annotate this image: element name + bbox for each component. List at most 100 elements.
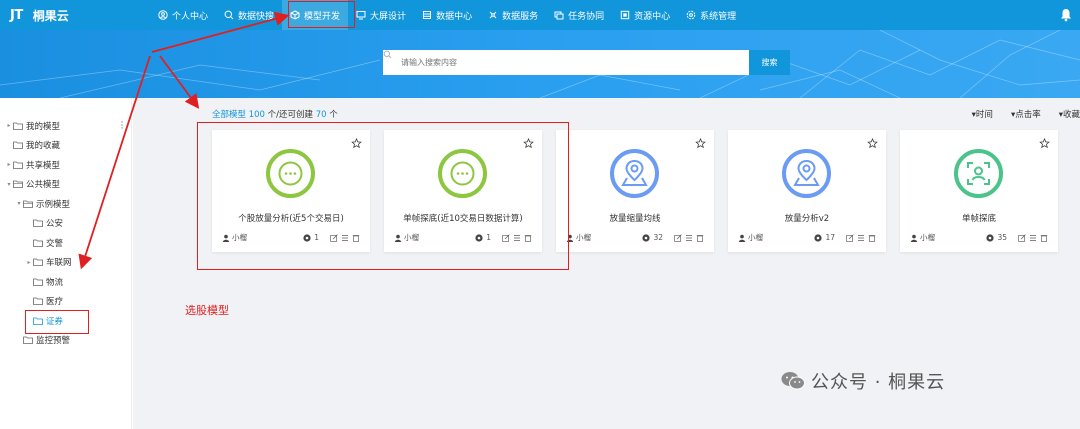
sort-options: ▾时间 ▾点击率 ▾收藏 xyxy=(954,108,1080,120)
model-card-footer: 小榴 35 xyxy=(910,232,1048,243)
bell-icon[interactable] xyxy=(1060,8,1072,22)
tree-item[interactable]: 医疗 xyxy=(0,292,131,312)
card-actions xyxy=(1015,233,1048,242)
expand-arrow-icon[interactable]: ▾ xyxy=(5,181,13,188)
search-bar: 搜索 xyxy=(383,50,790,75)
view-count-value: 17 xyxy=(825,233,835,242)
folder-icon xyxy=(13,141,23,150)
search-button[interactable]: 搜索 xyxy=(748,50,790,75)
nav-label: 数据服务 xyxy=(502,11,539,22)
model-card[interactable]: 放量分析v2 小榴 17 xyxy=(728,130,886,252)
top-nav-bar: JT 桐果云 个人中心 数据快搜 模型开发 大屏设计 数据中心 数据服务 任务协同 资源中心系… xyxy=(0,0,1080,30)
edit-icon[interactable] xyxy=(846,233,854,242)
model-title[interactable]: 放量缩量均线 xyxy=(556,212,714,224)
tree-item[interactable]: ▸ 车联网 xyxy=(0,253,131,273)
author-name: 小榴 xyxy=(920,233,935,242)
expand-arrow-icon[interactable]: ▸ xyxy=(5,122,13,129)
task-icon xyxy=(554,10,564,20)
tree-item-label: 车联网 xyxy=(46,258,72,269)
model-title[interactable]: 放量分析v2 xyxy=(728,212,886,224)
delete-icon[interactable] xyxy=(868,234,876,242)
app-name: 桐果云 xyxy=(32,8,69,23)
highlight-nav-model-dev xyxy=(288,1,355,28)
view-count: 32 xyxy=(642,233,663,242)
remaining-count: 70 xyxy=(315,110,327,120)
author: 小榴 xyxy=(910,232,986,243)
service-icon xyxy=(488,10,498,20)
nav-task[interactable]: 任务协同 xyxy=(546,0,612,30)
favorite-star-icon[interactable] xyxy=(1039,138,1050,149)
author: 小榴 xyxy=(566,232,642,243)
tree-item-label: 示例模型 xyxy=(36,199,71,210)
nav-search[interactable]: 数据快搜 xyxy=(216,0,282,30)
nav-database[interactable]: 数据中心 xyxy=(414,0,480,30)
gear-icon xyxy=(686,10,696,20)
expand-arrow-icon[interactable]: ▸ xyxy=(25,259,33,266)
folder-icon xyxy=(33,278,43,286)
tree-item[interactable]: ▸ 我的模型 xyxy=(0,116,131,136)
list-icon[interactable] xyxy=(685,234,693,242)
model-title[interactable]: 单帧探底 xyxy=(900,212,1058,224)
model-card[interactable]: 单帧探底小榴 35 xyxy=(900,130,1058,252)
nav-service[interactable]: 数据服务 xyxy=(480,0,546,30)
app-logo[interactable]: JT 桐果云 xyxy=(0,7,150,24)
splitter-grip-icon[interactable] xyxy=(121,121,123,129)
database-icon xyxy=(422,10,432,20)
nav-resource[interactable]: 资源中心 xyxy=(612,0,678,30)
favorite-star-icon[interactable] xyxy=(867,138,878,149)
location-pin-icon xyxy=(608,147,661,200)
delete-icon[interactable] xyxy=(1040,234,1048,242)
wechat-watermark: 公众号 · 桐果云 xyxy=(781,368,945,394)
folder-icon xyxy=(33,239,43,247)
nav-label: 数据快搜 xyxy=(238,11,275,22)
nav-label: 任务协同 xyxy=(568,11,605,22)
tree-item-label: 我的收藏 xyxy=(26,141,61,152)
view-count-value: 32 xyxy=(653,233,663,242)
view-count-value: 35 xyxy=(997,233,1007,242)
edit-icon[interactable] xyxy=(1018,233,1026,242)
nav-gear[interactable]: 系统管理 xyxy=(678,0,744,30)
tree-item[interactable]: ▾ 公共模型 xyxy=(0,175,131,195)
summary-mid-text: 个/还可创建 xyxy=(267,110,314,120)
tree-item[interactable]: 物流 xyxy=(0,272,131,292)
tree-item[interactable]: 交警 xyxy=(0,233,131,253)
nav-user[interactable]: 个人中心 xyxy=(150,0,216,30)
nav-label: 系统管理 xyxy=(700,11,737,22)
user-icon xyxy=(910,234,918,242)
tree-item-label: 监控预警 xyxy=(36,336,71,347)
tree-item[interactable]: 公安 xyxy=(0,214,131,234)
watermark-text: 公众号 · 桐果云 xyxy=(811,372,946,393)
author-name: 小榴 xyxy=(748,233,763,242)
expand-arrow-icon[interactable]: ▾ xyxy=(15,200,23,207)
model-card[interactable]: 放量缩量均线小榴 32 xyxy=(556,130,714,252)
nav-label: 数据中心 xyxy=(436,11,473,22)
user-icon xyxy=(158,10,168,20)
list-icon[interactable] xyxy=(1029,234,1037,242)
expand-arrow-icon[interactable]: ▸ xyxy=(5,161,13,168)
edit-icon[interactable] xyxy=(674,233,682,242)
sort-by-clicks[interactable]: ▾点击率 xyxy=(1011,108,1041,120)
highlight-tree-securities xyxy=(25,310,89,334)
card-actions xyxy=(843,233,876,242)
card-actions xyxy=(671,233,704,242)
nav-monitor[interactable]: 大屏设计 xyxy=(348,0,414,30)
tree-item[interactable]: 我的收藏 xyxy=(0,136,131,156)
folder-open-icon xyxy=(23,200,33,208)
delete-icon[interactable] xyxy=(696,234,704,242)
wechat-icon xyxy=(781,372,805,390)
tree-item[interactable]: ▸ 共享模型 xyxy=(0,155,131,175)
tree-item-label: 公共模型 xyxy=(26,180,61,191)
sort-by-favorites[interactable]: ▾收藏 xyxy=(1059,108,1080,120)
tree-item[interactable]: ▾ 示例模型 xyxy=(0,194,131,214)
tree-item-label: 交警 xyxy=(46,238,64,249)
all-models-link[interactable]: 全部模型 xyxy=(212,110,246,120)
model-count-summary: 全部模型 100 个/还可创建 70 个 xyxy=(212,108,338,120)
main-nav: 个人中心 数据快搜 模型开发 大屏设计 数据中心 数据服务 任务协同 资源中心 系统管理 xyxy=(150,0,744,30)
list-icon[interactable] xyxy=(857,234,865,242)
search-input[interactable] xyxy=(383,50,748,75)
search-banner: 搜索 xyxy=(0,30,1080,98)
favorite-star-icon[interactable] xyxy=(695,138,706,149)
tree-item-label: 公安 xyxy=(46,219,64,230)
sort-by-time[interactable]: ▾时间 xyxy=(972,108,993,120)
folder-open-icon xyxy=(13,180,23,189)
